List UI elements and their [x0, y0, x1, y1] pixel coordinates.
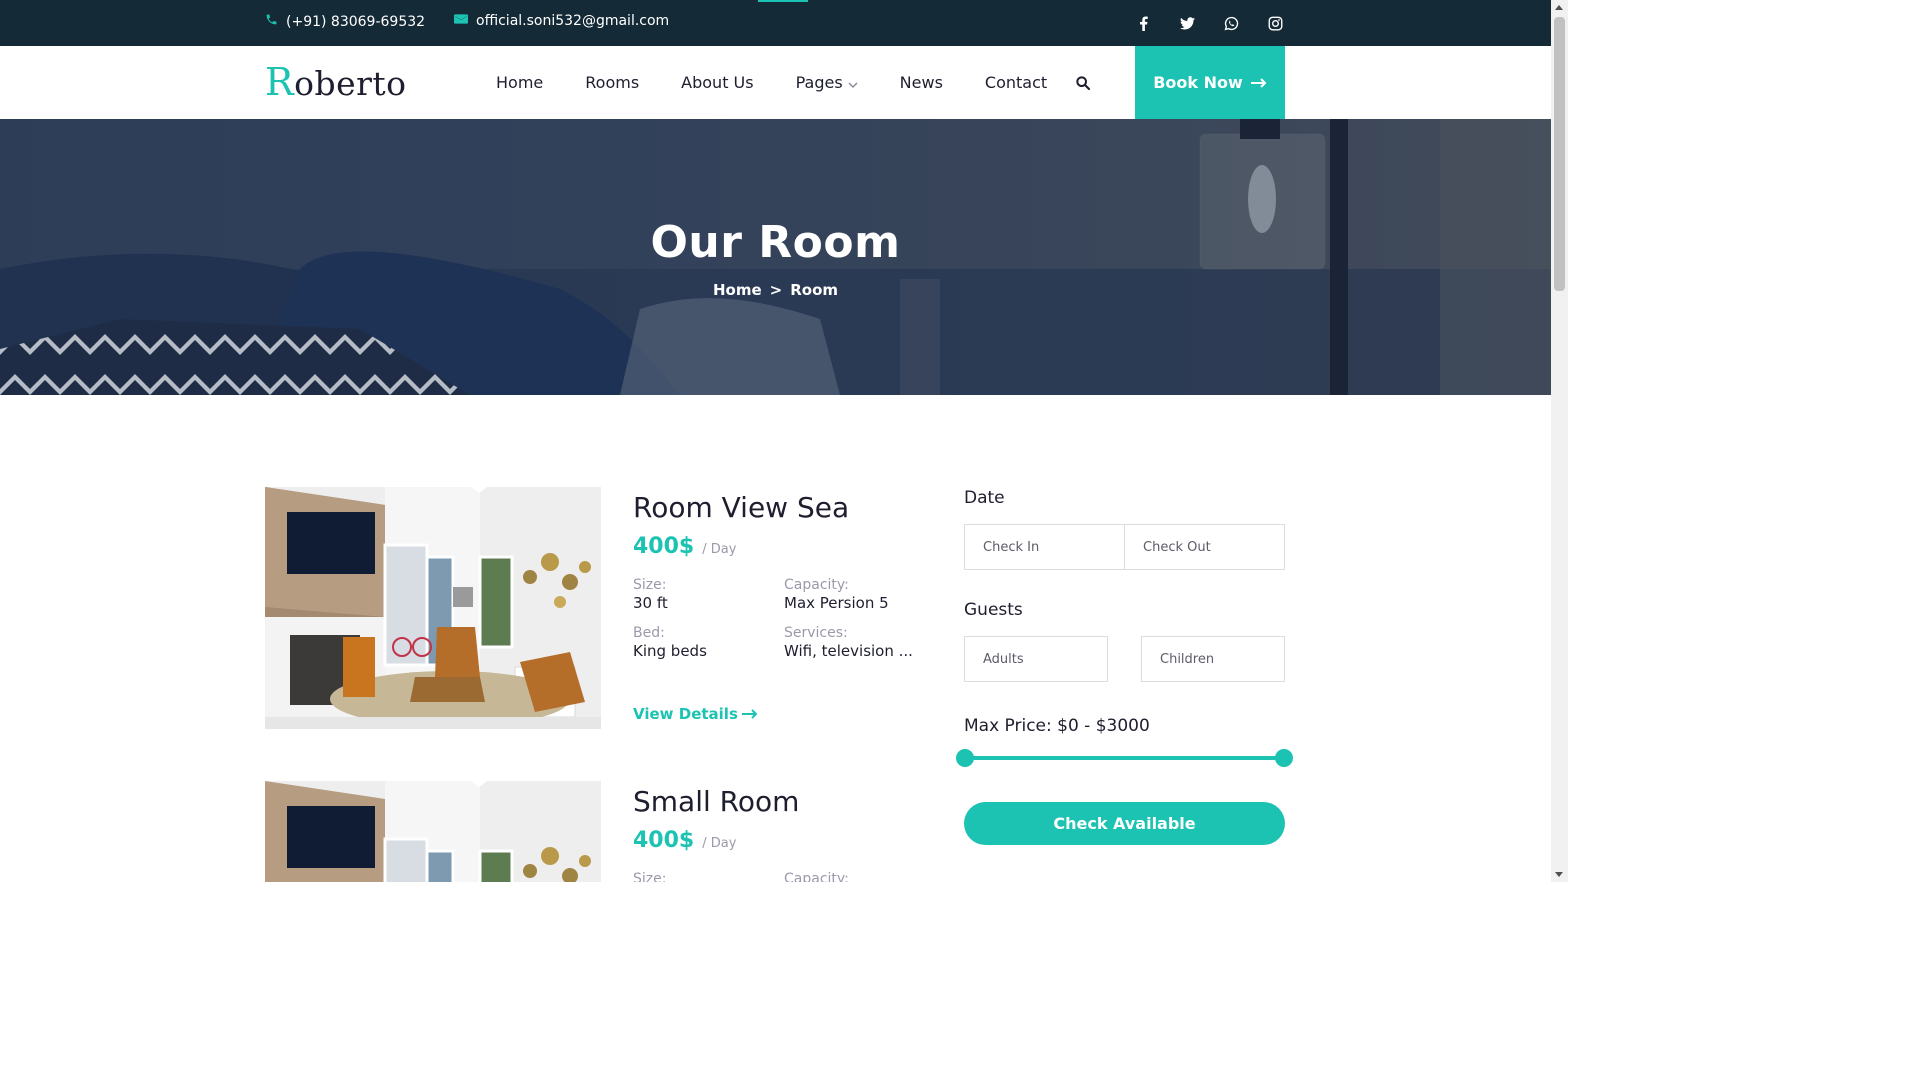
room-specs: Size: Capacity:: [633, 871, 925, 882]
guest-fields: Adults Children: [964, 636, 1285, 682]
view-details-link[interactable]: View Details: [633, 705, 758, 723]
nav-home[interactable]: Home: [496, 73, 543, 92]
size-label: Size:: [633, 871, 667, 882]
check-in-field[interactable]: Check In: [964, 524, 1125, 570]
scroll-up-arrow[interactable]: [1555, 5, 1563, 10]
logo-text: oberto: [294, 64, 407, 103]
breadcrumb-current: Room: [790, 281, 839, 299]
price-range-slider[interactable]: [956, 748, 1293, 768]
page-scrollbar[interactable]: [1551, 0, 1568, 882]
date-label: Date: [964, 488, 1005, 508]
main-nav: Home Rooms About Us Pages News Contact: [496, 73, 1089, 92]
children-field[interactable]: Children: [1141, 636, 1285, 682]
bed-value: King beds: [633, 642, 707, 660]
phone-icon: [265, 13, 286, 30]
price-value: 400$: [633, 828, 695, 853]
main-header: Roberto Home Rooms About Us Pages News C…: [0, 46, 1551, 119]
arrow-right-icon: [1243, 73, 1267, 92]
size-label: Size:: [633, 577, 667, 593]
chevron-down-icon: [848, 73, 858, 92]
room-card: Small Room 400$ / Day Size: Capacity:: [265, 781, 925, 882]
search-icon[interactable]: [1075, 75, 1091, 95]
price-unit: / Day: [702, 542, 737, 557]
envelope-icon: [454, 13, 476, 29]
phone-number: (+91) 83069-69532: [286, 13, 426, 30]
room-card: Room View Sea 400$ / Day Size: 30 ft Cap…: [265, 487, 925, 747]
price-min-handle[interactable]: [956, 749, 974, 767]
scroll-thumb[interactable]: [1554, 17, 1565, 291]
facebook-icon[interactable]: [1133, 13, 1153, 33]
room-info: Room View Sea 400$ / Day Size: 30 ft Cap…: [633, 487, 933, 723]
bed-label: Bed:: [633, 625, 665, 641]
capacity-label: Capacity:: [784, 577, 849, 593]
social-links: [1133, 13, 1285, 33]
room-specs: Size: 30 ft Capacity: Max Persion 5 Bed:…: [633, 577, 933, 661]
breadcrumb: Home > Room: [0, 281, 1551, 299]
max-price-label: Max Price: $0 - $3000: [964, 716, 1150, 736]
room-price: 400$ / Day: [633, 534, 933, 559]
arrow-right-icon: [738, 705, 758, 723]
size-value: 30 ft: [633, 594, 668, 612]
top-accent-line: [758, 0, 808, 2]
check-available-button[interactable]: Check Available: [964, 802, 1285, 845]
nav-contact[interactable]: Contact: [985, 73, 1047, 92]
page-title: Our Room: [650, 217, 901, 268]
room-price: 400$ / Day: [633, 828, 925, 853]
price-max-handle[interactable]: [1275, 749, 1293, 767]
email-address: official.soni532@gmail.com: [476, 13, 670, 29]
services-label: Services:: [784, 625, 848, 641]
book-now-button[interactable]: Book Now: [1135, 46, 1285, 119]
view-details-label: View Details: [633, 705, 738, 723]
guests-label: Guests: [964, 600, 1023, 620]
scroll-down-arrow[interactable]: [1555, 872, 1563, 877]
phone-contact[interactable]: (+91) 83069-69532: [265, 13, 425, 30]
nav-about-us[interactable]: About Us: [681, 73, 753, 92]
top-contact-bar: (+91) 83069-69532 official.soni532@gmail…: [0, 0, 1551, 46]
check-out-field[interactable]: Check Out: [1124, 524, 1285, 570]
nav-pages[interactable]: Pages: [796, 73, 858, 92]
nav-pages-label: Pages: [795, 73, 843, 92]
room-name[interactable]: Room View Sea: [633, 491, 933, 524]
availability-form: Date Check In Check Out Guests Adults Ch…: [956, 488, 1293, 845]
capacity-label: Capacity:: [784, 871, 849, 882]
room-photo[interactable]: [265, 781, 601, 882]
nav-news[interactable]: News: [900, 73, 943, 92]
page-hero-banner: Our Room Home > Room: [0, 119, 1551, 395]
services-value: Wifi, television ...: [784, 642, 913, 660]
breadcrumb-home[interactable]: Home: [713, 281, 762, 299]
price-unit: / Day: [702, 836, 737, 851]
price-range-track: [964, 756, 1285, 760]
room-info: Small Room 400$ / Day Size: Capacity:: [633, 781, 925, 882]
email-contact[interactable]: official.soni532@gmail.com: [454, 13, 669, 29]
room-name[interactable]: Small Room: [633, 785, 925, 818]
date-fields: Check In Check Out: [964, 524, 1285, 570]
whatsapp-icon[interactable]: [1221, 13, 1241, 33]
nav-rooms[interactable]: Rooms: [585, 73, 639, 92]
logo-initial: R: [265, 60, 295, 104]
breadcrumb-separator: >: [769, 281, 783, 299]
adults-field[interactable]: Adults: [964, 636, 1108, 682]
book-now-label: Book Now: [1153, 73, 1243, 92]
capacity-value: Max Persion 5: [784, 594, 889, 612]
twitter-icon[interactable]: [1177, 13, 1197, 33]
instagram-icon[interactable]: [1265, 13, 1285, 33]
room-photo[interactable]: [265, 487, 601, 729]
roberto-logo[interactable]: Roberto: [265, 60, 407, 104]
price-value: 400$: [633, 534, 695, 559]
